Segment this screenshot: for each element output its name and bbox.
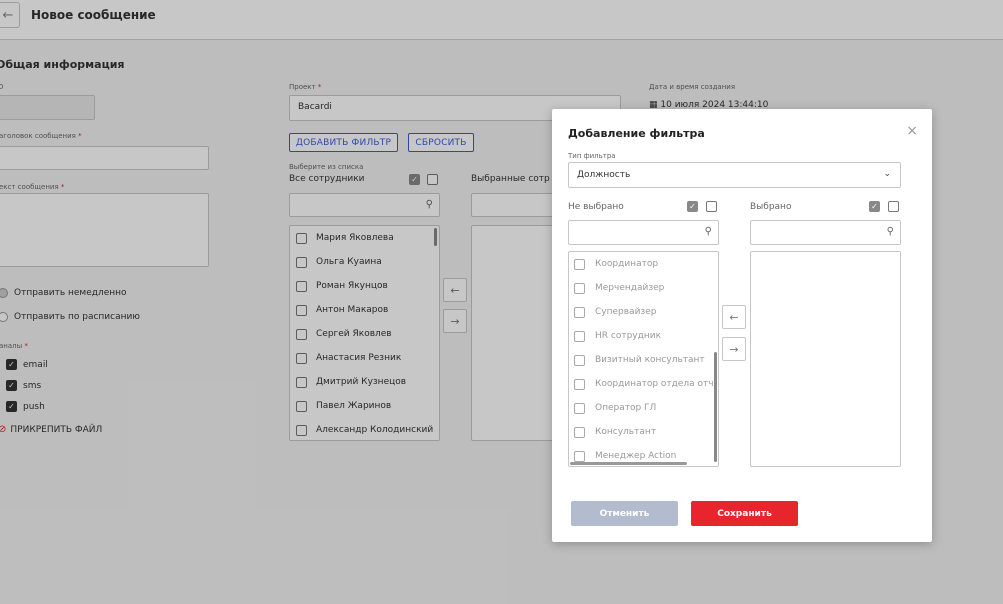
checkbox-icon	[574, 258, 585, 270]
list-item[interactable]: HR сотрудник	[569, 324, 718, 348]
save-button[interactable]: Сохранить	[691, 501, 798, 526]
list-item[interactable]: Координатор отдела отч	[569, 372, 718, 396]
checkbox-icon	[574, 354, 585, 366]
deselect-checkbox[interactable]	[706, 201, 717, 212]
checkbox-icon	[574, 426, 585, 438]
not-selected-heading: Не выбрано	[568, 202, 624, 212]
checkbox-icon	[574, 306, 585, 318]
select-all-checkbox[interactable]: ✓	[687, 201, 698, 212]
list-item[interactable]: Мерчендайзер	[569, 276, 718, 300]
filter-type-select[interactable]: Должность ⌄	[568, 162, 901, 188]
move-right-button[interactable]: →	[722, 337, 746, 361]
arrow-right-icon: →	[729, 342, 739, 356]
move-left-button[interactable]: ←	[722, 305, 746, 329]
checkbox-icon	[574, 450, 585, 462]
chevron-down-icon: ⌄	[883, 169, 891, 179]
checkbox-icon	[574, 282, 585, 294]
checkbox-icon	[574, 402, 585, 414]
list-item[interactable]: Супервайзер	[569, 300, 718, 324]
search-icon: ⚲	[704, 226, 712, 237]
vertical-scrollbar[interactable]	[714, 352, 717, 462]
horizontal-scrollbar[interactable]	[570, 462, 687, 465]
arrow-left-icon: ←	[729, 310, 739, 324]
checkbox-icon	[574, 378, 585, 390]
list-item[interactable]: Визитный консультант	[569, 348, 718, 372]
list-item[interactable]: Координатор	[569, 252, 718, 276]
list-item[interactable]: Консультант	[569, 420, 718, 444]
deselect-selected-checkbox[interactable]	[888, 201, 899, 212]
filter-type-label: Тип фильтра	[568, 152, 616, 160]
selected-list	[750, 251, 901, 467]
close-icon[interactable]: ×	[906, 123, 918, 139]
selected-search-input[interactable]: ⚲	[750, 220, 901, 245]
not-selected-search-input[interactable]: ⚲	[568, 220, 719, 245]
search-icon: ⚲	[886, 226, 894, 237]
add-filter-modal: Добавление фильтра × Тип фильтра Должнос…	[552, 109, 932, 542]
list-item[interactable]: Оператор ГЛ	[569, 396, 718, 420]
checkbox-icon	[574, 330, 585, 342]
select-all-selected-checkbox[interactable]: ✓	[869, 201, 880, 212]
modal-title: Добавление фильтра	[568, 127, 705, 140]
cancel-button[interactable]: Отменить	[571, 501, 678, 526]
selected-heading: Выбрано	[750, 202, 792, 212]
not-selected-list: Координатор Мерчендайзер Супервайзер HR …	[568, 251, 719, 467]
